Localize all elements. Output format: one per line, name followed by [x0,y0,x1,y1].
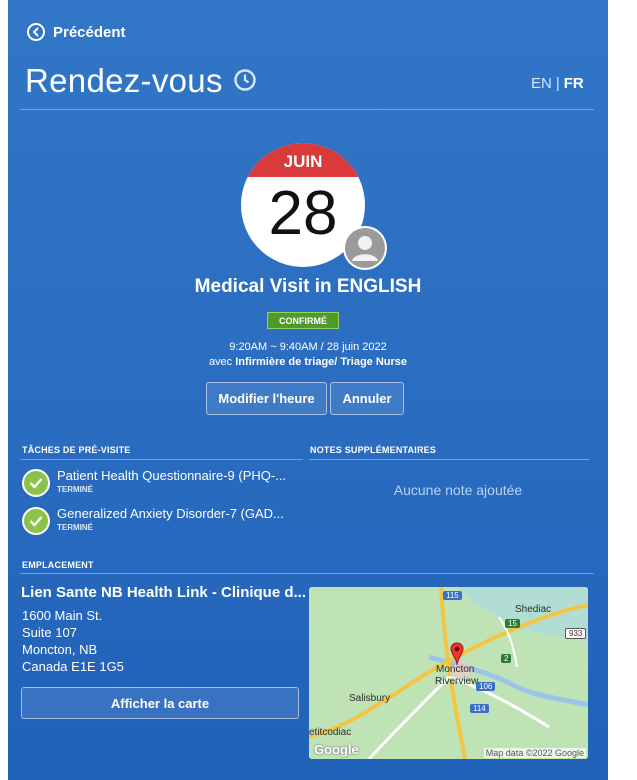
location-divider [20,573,594,574]
address-line: 1600 Main St. [22,608,103,623]
task-name: Generalized Anxiety Disorder-7 (GAD... [57,506,284,521]
address-line: Suite 107 [22,625,77,640]
check-icon [22,469,50,497]
back-button[interactable]: Précédent [27,21,126,43]
map-route-933: 933 [565,628,587,639]
location-heading: EMPLACEMENT [22,560,94,570]
visit-title: Medical Visit in ENGLISH [194,276,422,297]
map-route-2: 2 [501,654,512,663]
appointment-provider-line: avec Infirmière de triage/ Triage Nurse [8,356,608,368]
notes-divider [309,459,589,460]
task-status: TERMINÉ [57,523,93,532]
location-map[interactable]: Shediac Moncton Riverview Salisbury etit… [309,587,588,759]
map-label-petitcodiac: etitcodiac [309,727,352,738]
map-label-salisbury: Salisbury [349,693,391,704]
language-switcher: EN | FR [531,75,584,92]
provider-name: Infirmière de triage/ Triage Nurse [235,356,408,368]
map-route-115: 115 [443,591,462,600]
location-name: Lien Sante NB Health Link - Clinique d..… [21,584,307,601]
task-status: TERMINÉ [57,485,93,494]
address-line: Canada E1E 1G5 [22,659,124,674]
clock-icon [233,62,257,100]
map-label-riverview: Riverview [435,676,479,687]
with-prefix: avec [208,356,233,368]
page-title: Rendez-vous [25,62,257,100]
page-title-text: Rendez-vous [25,62,223,99]
notes-heading: NOTES SUPPLÉMENTAIRES [310,445,437,455]
map-route-114: 114 [470,704,489,713]
tasks-divider [20,459,303,460]
task-name: Patient Health Questionnaire-9 (PHQ-... [57,468,287,483]
appointment-panel: Précédent Rendez-vous EN | FR JUIN 28 Me… [8,0,608,780]
map-attribution: Map data ©2022 Google [483,748,586,758]
map-label-shediac: Shediac [515,604,552,615]
appointment-time: 9:20AM ~ 9:40AM / 28 juin 2022 [229,341,387,353]
calendar-month: JUIN [283,152,323,171]
google-logo: Google [314,742,359,757]
show-map-button[interactable]: Afficher la carte [21,687,299,719]
header-divider [20,109,594,110]
status-badge: CONFIRMÉ [267,312,339,329]
address-line: Moncton, NB [22,642,98,657]
tasks-heading: TÂCHES DE PRÉ-VISITE [22,445,131,455]
map-route-106: 106 [476,682,496,691]
notes-empty-text: Aucune note ajoutée [393,482,523,498]
calendar-month-band: JUIN [241,143,365,177]
task-item[interactable]: Patient Health Questionnaire-9 (PHQ-... … [22,468,307,504]
back-label: Précédent [53,23,126,41]
chevron-left-icon [27,23,45,41]
avatar [343,226,387,270]
lang-fr-link[interactable]: FR [564,75,584,92]
lang-separator: | [555,75,560,92]
user-icon [345,228,385,268]
modify-time-button[interactable]: Modifier l'heure [206,382,327,415]
map-route-15: 15 [505,619,520,628]
check-icon [22,507,50,535]
task-item[interactable]: Generalized Anxiety Disorder-7 (GAD... T… [22,506,307,542]
cancel-button[interactable]: Annuler [330,382,404,415]
lang-en-link[interactable]: EN [531,75,552,92]
map-label-moncton: Moncton [436,664,475,675]
